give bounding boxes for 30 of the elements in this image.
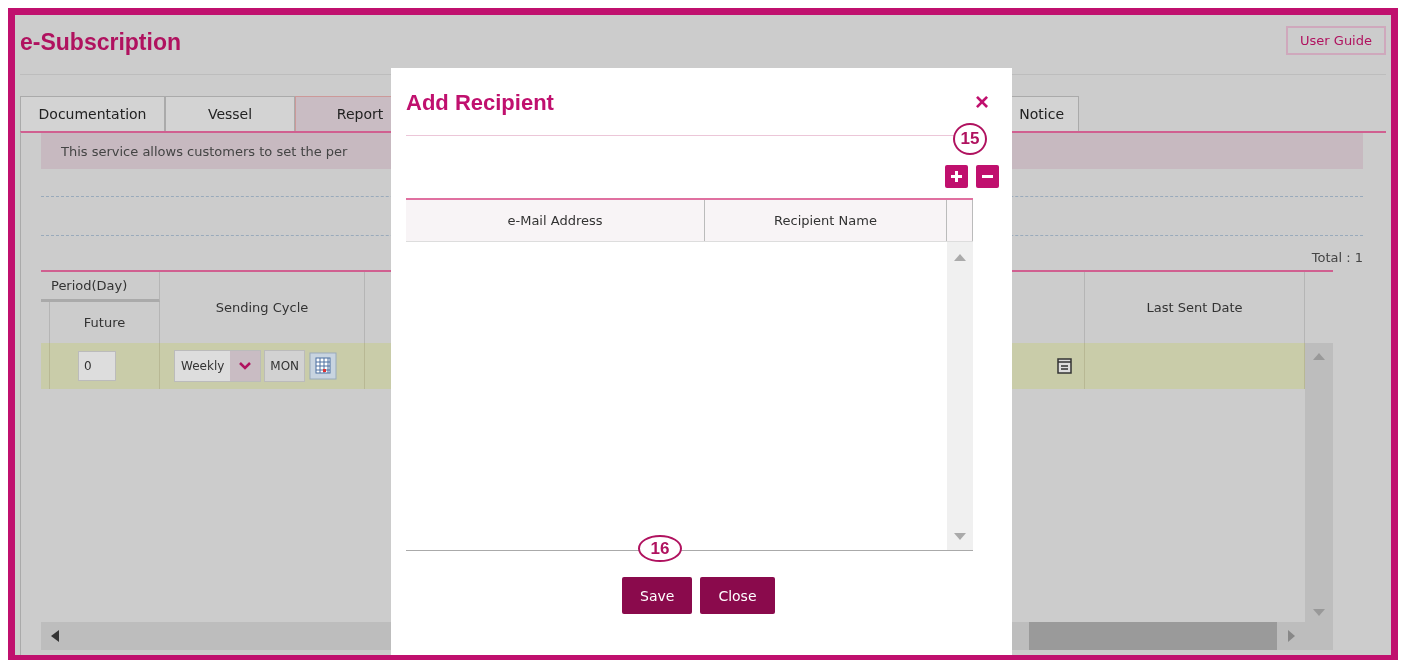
cycle-dropdown[interactable]: Weekly: [174, 350, 262, 382]
plus-icon: [951, 171, 962, 182]
add-row-button[interactable]: [945, 165, 968, 188]
close-button[interactable]: ×: [975, 89, 989, 114]
scroll-left-icon: [51, 630, 59, 642]
column-header: Period(Day): [41, 272, 160, 302]
close-dialog-button[interactable]: Close: [700, 577, 775, 614]
user-guide-button[interactable]: User Guide: [1286, 26, 1386, 55]
scroll-down-icon: [954, 533, 966, 540]
scrollbar-thumb[interactable]: [1029, 622, 1277, 650]
tab[interactable]: Vessel: [165, 96, 295, 131]
scroll-up-icon: [1313, 353, 1325, 360]
minus-icon: [982, 175, 993, 178]
total-count: Total : 1: [1311, 250, 1363, 265]
future-days-field[interactable]: 0: [78, 351, 116, 381]
callout-number: 16: [638, 535, 682, 562]
save-button[interactable]: Save: [622, 577, 693, 614]
scroll-up-icon: [954, 254, 966, 261]
calendar-icon: [309, 352, 338, 380]
scroll-right-icon: [1287, 630, 1295, 642]
column-header: e-Mail Address: [406, 200, 705, 241]
caret-icon: [239, 362, 252, 370]
scroll-down-icon: [1313, 609, 1325, 616]
weekday-field[interactable]: MON: [264, 350, 306, 382]
app-title: e-Subscription: [20, 29, 181, 56]
remove-row-button[interactable]: [976, 165, 999, 188]
callout-number: 15: [953, 123, 987, 155]
tab[interactable]: Documentation: [20, 96, 165, 131]
column-header: Recipient Name: [705, 200, 947, 241]
document-icon: [1057, 358, 1072, 374]
